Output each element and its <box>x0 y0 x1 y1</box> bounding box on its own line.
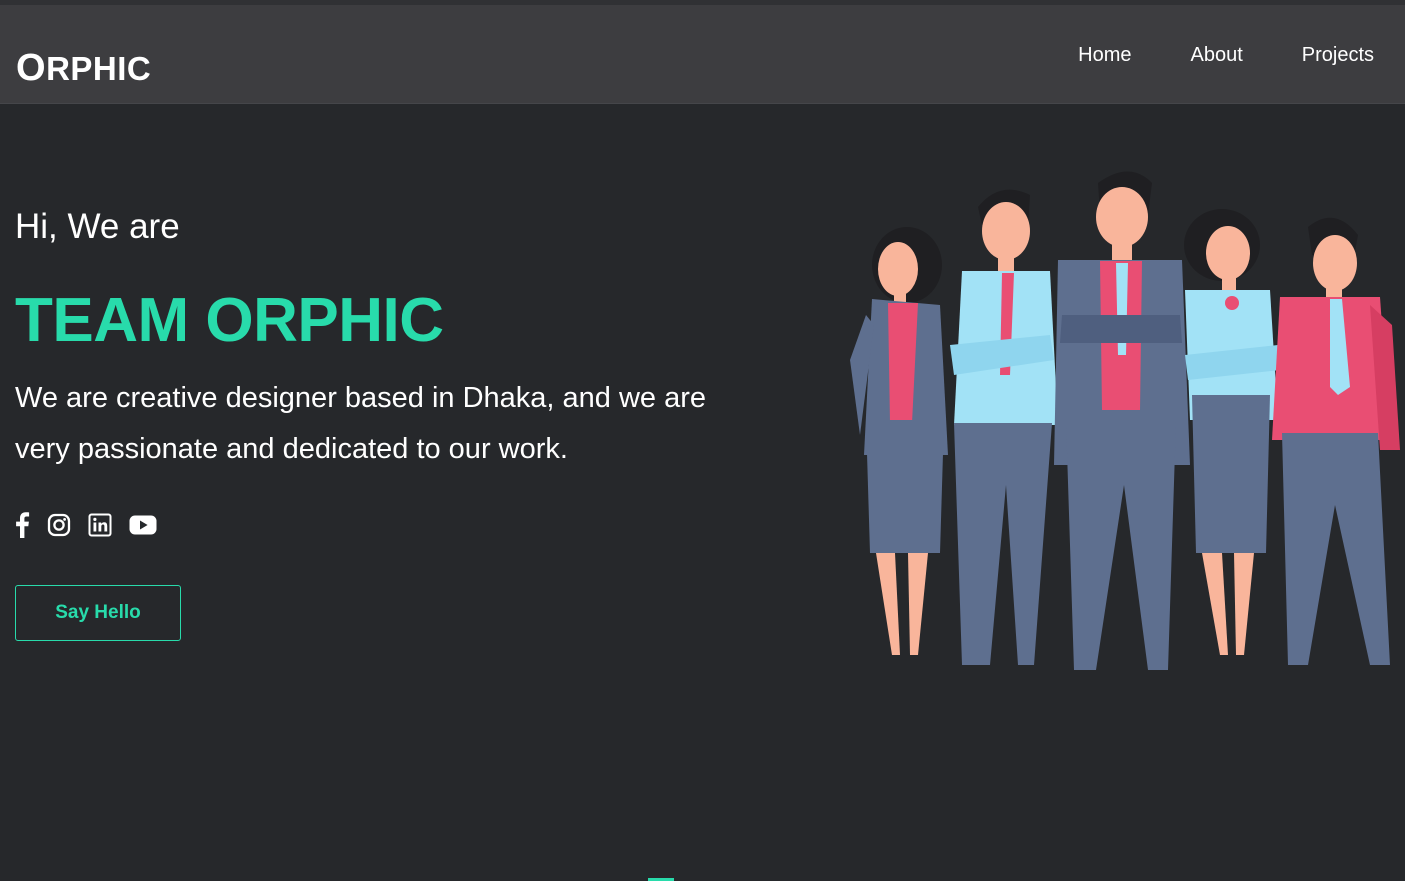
person-man-light-blue <box>950 189 1058 665</box>
facebook-icon[interactable] <box>14 512 30 538</box>
hero-greeting: Hi, We are <box>15 207 180 246</box>
logo-rest: RPHIC <box>46 50 152 87</box>
person-woman-right <box>1184 209 1280 655</box>
logo-first-letter: O <box>16 47 47 89</box>
person-woman-left <box>850 227 948 655</box>
social-links <box>14 512 174 538</box>
person-man-suit <box>1054 171 1190 670</box>
person-man-pink <box>1272 217 1400 665</box>
navbar: ORPHIC Home About Projects <box>0 5 1405 104</box>
linkedin-icon[interactable] <box>88 513 112 537</box>
instagram-icon[interactable] <box>47 513 71 537</box>
nav-home-link[interactable]: Home <box>1078 43 1131 67</box>
site-logo[interactable]: ORPHIC <box>16 49 151 87</box>
hero-description: We are creative designer based in Dhaka,… <box>15 382 707 465</box>
main-nav: Home About Projects <box>1019 43 1374 67</box>
nav-projects-link[interactable]: Projects <box>1302 43 1374 67</box>
nav-about-link[interactable]: About <box>1190 43 1242 67</box>
youtube-icon[interactable] <box>129 515 157 535</box>
hero-title: TEAM ORPHIC <box>15 286 444 355</box>
hero-section: Hi, We are TEAM ORPHIC We are creative d… <box>15 205 775 475</box>
say-hello-button[interactable]: Say Hello <box>15 585 181 641</box>
team-illustration <box>850 171 1400 670</box>
